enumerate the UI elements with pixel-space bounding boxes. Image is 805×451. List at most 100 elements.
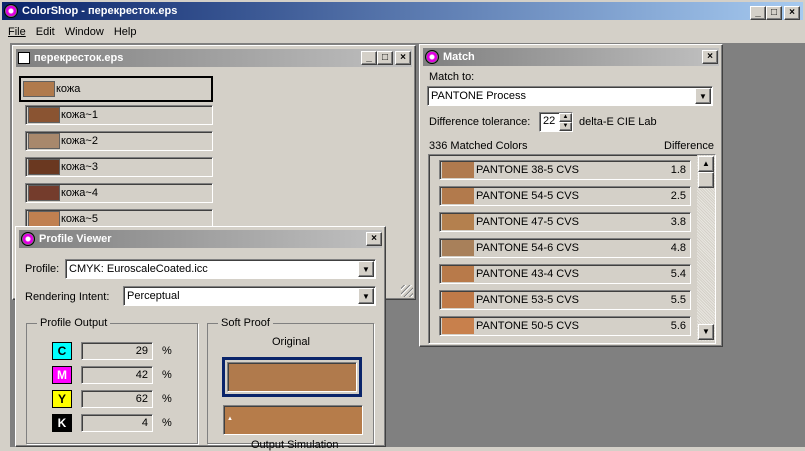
profile-viewer-window[interactable]: Profile Viewer × Profile: CMYK: Euroscal… [15,226,386,451]
match-close-button[interactable]: × [702,50,718,64]
match-name: PANTONE 53-5 CVS [476,294,579,306]
document-close-button[interactable]: × [395,51,411,65]
match-row[interactable]: PANTONE 50-5 CVS 5.6 [439,316,691,336]
profile-title: Profile Viewer [39,233,112,245]
swatch-item[interactable]: кожа~4 [25,183,213,203]
scroll-up-icon[interactable]: ▲ [698,156,714,172]
match-row[interactable]: PANTONE 47-5 CVS 3.8 [439,212,691,232]
scroll-thumb[interactable] [698,172,714,188]
chevron-down-icon[interactable]: ▼ [358,261,374,277]
original-swatch-frame [222,357,362,397]
profile-output-title: Profile Output [37,317,111,329]
app-minimize-button[interactable]: _ [750,6,766,20]
swatch-name: кожа~5 [61,213,98,225]
match-scrollbar[interactable]: ▲ ▼ [697,155,715,341]
output-simulation-label: Output Simulation [251,439,339,451]
match-difference: 4.8 [670,242,686,254]
resize-grip[interactable] [401,285,413,297]
channel-unit: % [162,393,172,405]
match-row[interactable]: PANTONE 43-4 CVS 5.4 [439,264,691,284]
match-list[interactable]: PANTONE 38-5 CVS 1.8 PANTONE 54-5 CVS 2.5 PA… [428,154,716,344]
menu-edit[interactable]: Edit [36,26,55,38]
document-minimize-button[interactable]: _ [361,51,377,65]
soft-proof-title: Soft Proof [218,317,273,329]
resize-corner-icon: ▲ [227,416,233,422]
match-to-dropdown[interactable]: PANTONE Process ▼ [427,86,713,106]
profile-titlebar[interactable]: Profile Viewer [19,230,382,248]
colorshop-app-icon [4,4,18,18]
tolerance-value: 22 [543,115,556,127]
swatch-name: кожа~3 [61,161,98,173]
document-title: перекресток.eps [34,52,124,64]
menu-window[interactable]: Window [65,26,104,38]
channel-unit: % [162,417,172,429]
match-difference: 1.8 [670,164,686,176]
spin-down-icon[interactable]: ▼ [559,122,572,131]
profile-output-group: Profile Output C 29% M 42% Y 62% K 4% [26,317,198,444]
menu-file[interactable]: File [8,26,26,38]
match-row[interactable]: PANTONE 54-6 CVS 4.8 [439,238,691,258]
document-titlebar[interactable]: перекресток.eps [16,49,412,67]
profile-dropdown[interactable]: CMYK: EuroscaleCoated.icc ▼ [65,259,376,279]
app-close-button[interactable]: × [784,6,800,20]
app-titlebar[interactable]: ColorShop - перекресток.eps _ □ × [0,0,805,22]
match-swatch [442,188,474,204]
tolerance-label: Difference tolerance: [429,116,531,128]
app-maximize-button[interactable]: □ [766,6,782,20]
match-difference: 5.5 [670,294,686,306]
swatch-name: кожа~2 [61,135,98,147]
match-row[interactable]: PANTONE 53-5 CVS 5.5 [439,290,691,310]
soft-proof-group: Soft Proof Original ▲ Output Simulation [207,317,374,451]
match-difference: 3.8 [670,216,686,228]
tolerance-unit: delta-E CIE Lab [579,116,657,128]
match-difference: 5.6 [670,320,686,332]
swatch-name: кожа [56,83,81,95]
scroll-down-icon[interactable]: ▼ [698,324,714,340]
swatch-item[interactable]: кожа [19,76,213,102]
swatch-color [28,159,60,175]
intent-label: Rendering Intent: [25,291,110,303]
profile-close-button[interactable]: × [366,232,382,246]
chevron-down-icon[interactable]: ▼ [358,288,374,304]
swatch-item[interactable]: кожа~1 [25,105,213,125]
app-title: ColorShop - перекресток.eps [22,5,178,17]
channel-chip-y: Y [52,390,72,408]
spin-up-icon[interactable]: ▲ [559,113,572,122]
chevron-down-icon[interactable]: ▼ [695,88,711,104]
channel-value-c: 29 [81,342,153,360]
match-name: PANTONE 38-5 CVS [476,164,579,176]
channel-chip-c: C [52,342,72,360]
profile-value: CMYK: EuroscaleCoated.icc [69,263,208,275]
match-swatch [442,318,474,334]
match-row[interactable]: PANTONE 38-5 CVS 1.8 [439,160,691,180]
channel-unit: % [162,345,172,357]
match-name: PANTONE 47-5 CVS [476,216,579,228]
swatch-item[interactable]: кожа~3 [25,157,213,177]
match-name: PANTONE 43-4 CVS [476,268,579,280]
swatch-name: кожа~4 [61,187,98,199]
swatch-item[interactable]: кожа~2 [25,131,213,151]
swatch-color [28,211,60,227]
original-swatch [227,362,357,392]
intent-dropdown[interactable]: Perceptual ▼ [123,286,376,306]
match-titlebar[interactable]: Match [423,48,719,66]
match-to-value: PANTONE Process [431,90,526,102]
document-maximize-button[interactable]: □ [377,51,393,65]
intent-value: Perceptual [127,290,180,302]
match-window[interactable]: Match × Match to: PANTONE Process ▼ Diff… [419,44,723,347]
menu-help[interactable]: Help [114,26,137,38]
channel-chip-m: M [52,366,72,384]
match-title: Match [443,51,475,63]
channel-chip-k: K [52,414,72,432]
swatch-color [28,185,60,201]
channel-value-k: 4 [81,414,153,432]
channel-value-y: 62 [81,390,153,408]
channel-unit: % [162,369,172,381]
swatch-color [23,81,55,97]
match-row[interactable]: PANTONE 54-5 CVS 2.5 [439,186,691,206]
profile-label: Profile: [25,263,60,275]
tolerance-spinner[interactable]: 22 ▲ ▼ [539,112,573,132]
match-name: PANTONE 54-5 CVS [476,190,579,202]
match-name: PANTONE 54-6 CVS [476,242,579,254]
difference-header: Difference [664,140,714,152]
